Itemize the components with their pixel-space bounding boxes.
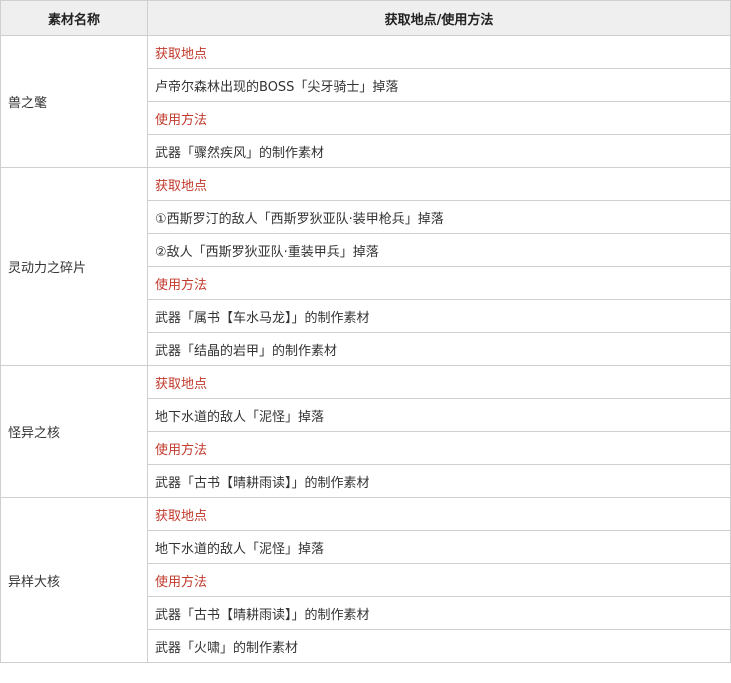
section-label-cell: 获取地点: [147, 497, 731, 531]
section-label-cell: 使用方法: [147, 431, 731, 465]
header-source-usage: 获取地点/使用方法: [147, 0, 731, 36]
detail-cell: 卢帝尔森林出现的BOSS「尖牙骑士」掉落: [147, 68, 731, 102]
section-label-cell: 获取地点: [147, 167, 731, 201]
detail-cell: 武器「属书【车水马龙】」的制作素材: [147, 299, 731, 333]
table-header: 素材名称 获取地点/使用方法: [0, 0, 731, 36]
materials-table: 素材名称 获取地点/使用方法 兽之氅 获取地点 卢帝尔森林出现的BOSS「尖牙骑士」…: [0, 0, 731, 663]
detail-cell: 地下水道的敌人「泥怪」掉落: [147, 398, 731, 432]
material-name-cell: 兽之氅: [0, 35, 148, 168]
table-row: 异样大核 获取地点: [0, 497, 731, 663]
detail-cell: 武器「骤然疾风」的制作素材: [147, 134, 731, 168]
table-row: 灵动力之碎片 获取地点: [0, 167, 731, 366]
detail-cell: 武器「古书【晴耕雨读】」的制作素材: [147, 464, 731, 498]
material-name-cell: 灵动力之碎片: [0, 167, 148, 366]
detail-cell: ①西斯罗汀的敌人「西斯罗狄亚队·装甲枪兵」掉落: [147, 200, 731, 234]
material-name-cell: 怪异之核: [0, 365, 148, 498]
table-row: 怪异之核 获取地点: [0, 365, 731, 498]
header-material-name: 素材名称: [0, 0, 148, 36]
material-name-cell: 异样大核: [0, 497, 148, 663]
section-label-cell: 获取地点: [147, 365, 731, 399]
detail-cell: 武器「结晶的岩甲」的制作素材: [147, 332, 731, 366]
table-row: 兽之氅 获取地点: [0, 35, 731, 168]
table-body: 兽之氅 获取地点 卢帝尔森林出现的BOSS「尖牙骑士」掉落 使用方法 武器「骤然疾风」的…: [0, 35, 731, 663]
section-label-cell: 使用方法: [147, 563, 731, 597]
section-label-cell: 使用方法: [147, 101, 731, 135]
detail-cell: 武器「火啸」的制作素材: [147, 629, 731, 663]
section-label-cell: 使用方法: [147, 266, 731, 300]
detail-cell: 武器「古书【晴耕雨读】」的制作素材: [147, 596, 731, 630]
section-label-cell: 获取地点: [147, 35, 731, 69]
detail-cell: 地下水道的敌人「泥怪」掉落: [147, 530, 731, 564]
header-row: 素材名称 获取地点/使用方法: [0, 0, 731, 36]
detail-cell: ②敌人「西斯罗狄亚队·重装甲兵」掉落: [147, 233, 731, 267]
